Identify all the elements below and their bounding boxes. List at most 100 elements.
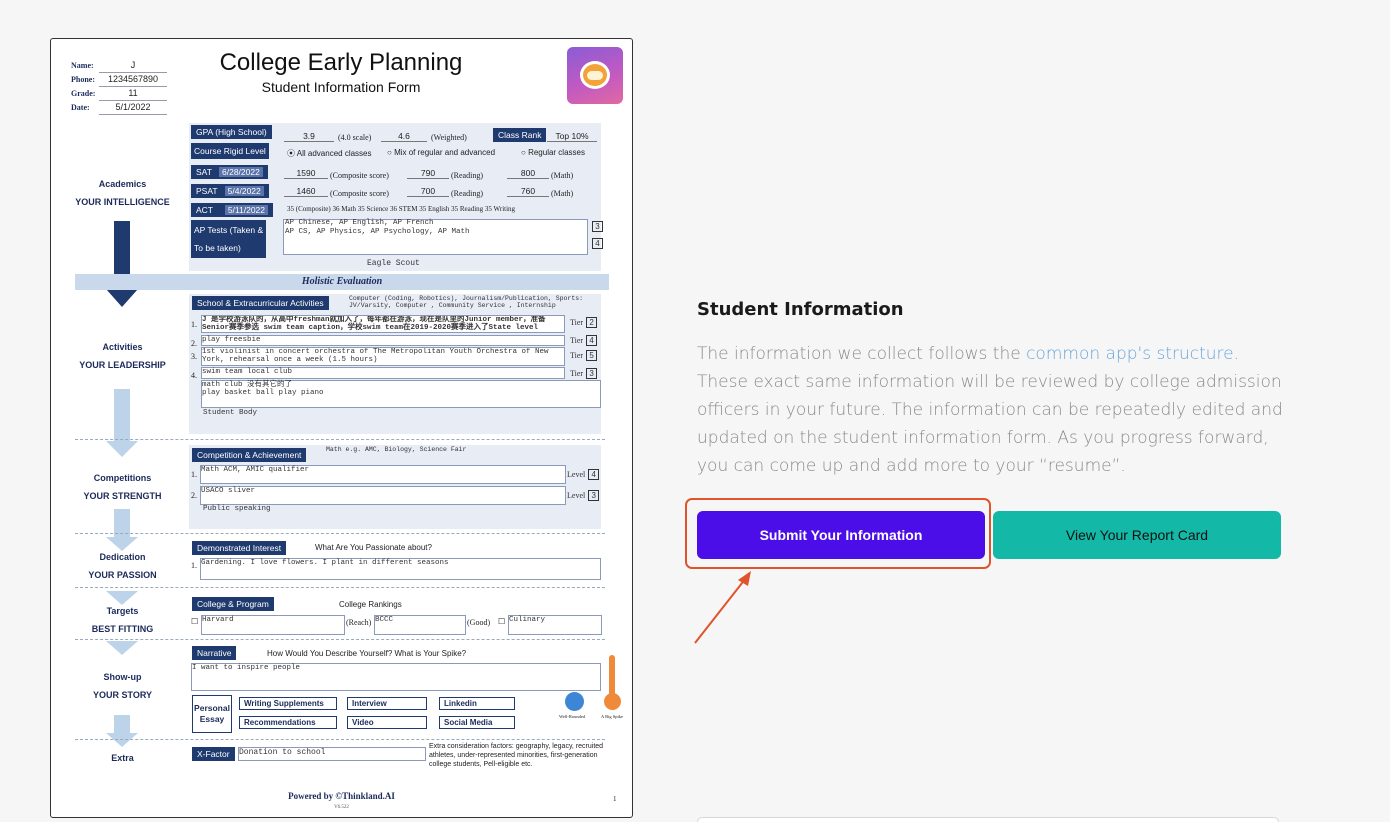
course-opt-advanced: ⦿ All advanced classes xyxy=(287,149,372,158)
activity-2-box: play freesbie xyxy=(201,335,565,346)
activities-arrow-icon xyxy=(114,389,130,443)
interview-tag: Interview xyxy=(347,697,427,710)
college-program-tag: College & Program xyxy=(192,597,274,611)
activity-more-text: math club 没有其它的了 play basket ball play p… xyxy=(202,381,324,397)
good-school: BCCC xyxy=(375,616,394,624)
activity-more-box: math club 没有其它的了 play basket ball play p… xyxy=(201,380,601,408)
divider xyxy=(75,639,605,640)
arrow-head-icon xyxy=(106,441,138,457)
name-field: Name: J xyxy=(71,59,167,73)
good-label: (Good) xyxy=(467,618,491,627)
reach-school-box: Harvard xyxy=(201,615,345,635)
header-fields: Name: J Phone: 1234567890 Grade: 11 Date: 5/… xyxy=(71,59,167,115)
college-rankings-label: College Rankings xyxy=(339,600,402,609)
pointer-arrow-icon xyxy=(694,571,751,644)
activity-num: 4. xyxy=(191,371,197,380)
narrative-answer: I want to inspire people xyxy=(192,664,301,672)
checkbox-icon: ☐ xyxy=(498,617,506,626)
psat-math: 760 xyxy=(507,186,549,197)
writing-supplements-tag: Writing Supplements xyxy=(239,697,337,710)
dedication-num: 1. xyxy=(191,561,197,570)
ap-count-2: 4 xyxy=(589,238,603,249)
gpa-weighted-value: 4.6 xyxy=(381,131,427,142)
dedication-label: Dedication YOUR PASSION xyxy=(88,552,157,580)
big-spike-label: A Big Spike xyxy=(601,714,624,719)
class-rank-tag: Class Rank xyxy=(493,128,547,142)
showup-label: Show-up YOUR STORY xyxy=(92,672,152,700)
recommendations-tag: Recommendations xyxy=(239,716,337,729)
activities-label: Activities YOUR LEADERSHIP xyxy=(79,342,166,370)
description-text: The information we collect follows the xyxy=(697,344,1027,364)
competition-num: 1. xyxy=(191,470,197,479)
activity-4-text: swim team local club xyxy=(202,368,293,376)
good-school-box: BCCC xyxy=(374,615,466,635)
sat-reading: 790 xyxy=(407,168,449,179)
sat-tag: SAT 6/28/2022 xyxy=(191,165,268,179)
xfactor-tag: X-Factor xyxy=(192,747,235,761)
composite-label: (Composite score) xyxy=(330,189,389,198)
page-number: 1 xyxy=(613,795,617,803)
act-tag: ACT 5/11/2022 xyxy=(191,203,273,217)
activity-3-box: 1st violinist in concert orchestra of Th… xyxy=(201,347,565,366)
student-information-form-image: Name: J Phone: 1234567890 Grade: 11 Date: 5/… xyxy=(50,38,633,818)
checkbox-icon: ☐ xyxy=(191,617,199,626)
class-rank-value: Top 10% xyxy=(547,131,597,142)
composite-label: (Composite score) xyxy=(330,171,389,180)
activities-hint: Computer (Coding, Robotics), Journalism/… xyxy=(349,295,584,309)
competition-1-text: Math ACM, AMIC qualifier xyxy=(201,466,310,474)
common-app-link[interactable]: common app's structure xyxy=(1026,344,1234,364)
competitions-hint: Math e.g. AMC, Biology, Science Fair xyxy=(326,446,467,453)
activity-2-tier: Tier 4 xyxy=(570,335,598,346)
form-version: V6.522 xyxy=(334,805,349,810)
other-school: Culinary xyxy=(509,616,546,624)
sat-total: 1590 xyxy=(284,168,328,179)
form-footer: Powered by ©Thinkland.AI xyxy=(288,791,395,801)
astronaut-logo-icon xyxy=(567,47,623,104)
arrow-head-icon xyxy=(106,641,138,655)
competition-2-text: USACO sliver xyxy=(201,487,256,495)
arrow-head-icon xyxy=(106,289,138,307)
activity-num: 1. xyxy=(191,320,197,329)
view-report-card-button[interactable]: View Your Report Card xyxy=(993,511,1281,559)
grade-field: Grade: 11 xyxy=(71,87,167,101)
course-opt-mix: ○ Mix of regular and advanced xyxy=(387,148,496,157)
student-information-description: The information we collect follows the c… xyxy=(697,340,1287,480)
act-scores: 35 (Composite) 36 Math 35 Science 36 STE… xyxy=(287,205,516,213)
xfactor-answer-box: Donation to school xyxy=(238,747,426,761)
course-opt-regular: ○ Regular classes xyxy=(521,148,585,157)
ap-line-1: AP Chinese, AP English, AP French xyxy=(285,219,434,227)
activity-3-tier: Tier 5 xyxy=(570,350,598,361)
psat-reading: 700 xyxy=(407,186,449,197)
activity-1-tier: Tier 2 xyxy=(570,317,598,328)
competitions-tag: Competition & Achievement xyxy=(192,448,307,462)
next-card-edge xyxy=(697,817,1279,822)
competitions-label: Competitions YOUR STRENGTH xyxy=(83,473,162,501)
other-school-box: Culinary xyxy=(508,615,602,635)
social-media-tag: Social Media xyxy=(439,716,515,729)
activity-4-tier: Tier 3 xyxy=(570,368,598,379)
submit-information-button[interactable]: Submit Your Information xyxy=(697,511,985,559)
activity-4-box: swim team local club xyxy=(201,367,565,379)
competition-1-box: Math ACM, AMIC qualifier xyxy=(200,465,566,484)
phone-field: Phone: 1234567890 xyxy=(71,73,167,87)
xfactor-note: Extra consideration factors: geography, … xyxy=(429,743,604,768)
well-rounded-label: Well-Rounded xyxy=(559,714,586,719)
form-title: College Early Planning xyxy=(219,49,463,76)
dedication-answer: Gardening. I love flowers. I plant in di… xyxy=(201,559,449,567)
activity-1-text: J 是学校游泳队的，从高中freshman就加入了，每年都在游泳，现在是队里的J… xyxy=(202,316,546,332)
competitions-arrow-icon xyxy=(114,509,130,539)
activity-num: 3. xyxy=(191,352,197,361)
math-label: (Math) xyxy=(551,171,574,180)
divider xyxy=(75,439,605,440)
gpa-value: 3.9 xyxy=(284,131,334,142)
psat-tag: PSAT 5/4/2022 xyxy=(191,184,269,198)
psat-total: 1460 xyxy=(284,186,328,197)
narrative-tag: Narrative xyxy=(192,646,237,660)
showup-arrow-icon xyxy=(114,715,130,735)
reading-label: (Reading) xyxy=(451,171,483,180)
form-subtitle: Student Information Form xyxy=(261,79,421,95)
ap-tests-tag: AP Tests (Taken & To be taken) xyxy=(191,220,267,258)
date-field: Date: 5/1/2022 xyxy=(71,101,167,115)
competition-2-box: USACO sliver xyxy=(200,486,566,505)
eagle-scout: Eagle Scout xyxy=(367,259,420,268)
